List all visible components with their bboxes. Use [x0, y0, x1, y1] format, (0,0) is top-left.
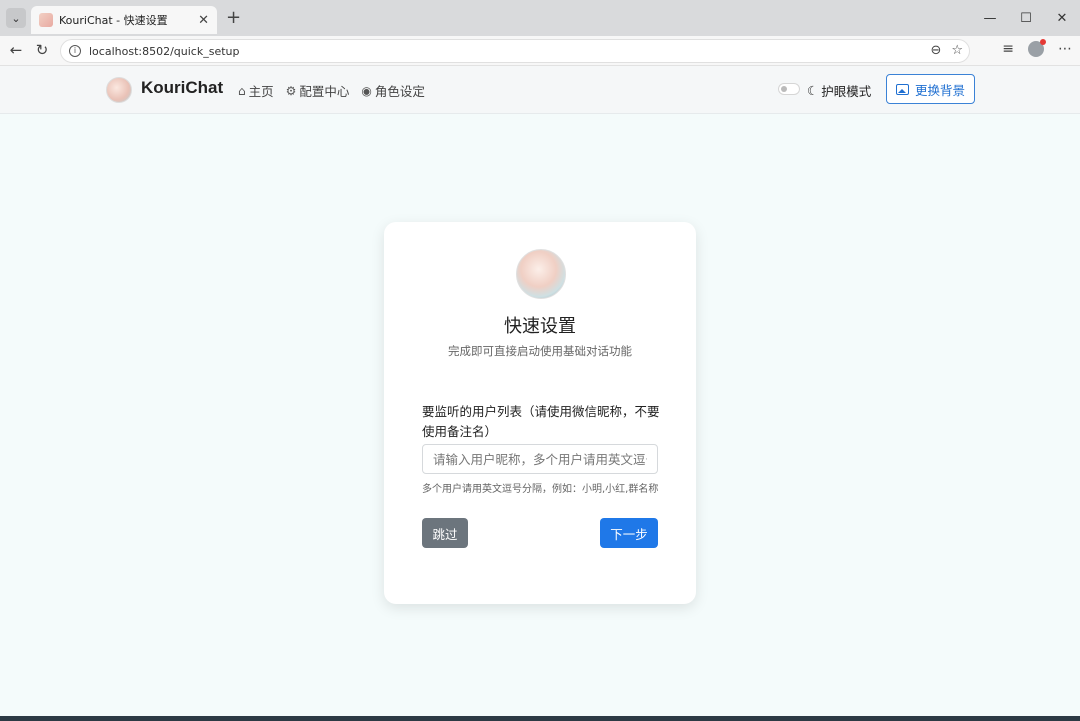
skip-button[interactable]: 跳过: [422, 518, 468, 548]
plus-icon[interactable]: +: [226, 8, 241, 28]
moon-icon: ☾: [807, 83, 819, 98]
back-arrow-icon[interactable]: ←: [6, 41, 26, 59]
navbar: KouriChat ⌂ 主页 ⚙ 配置中心 ◉ 角色设定 ☾ 护眼模式 更换背景: [0, 66, 1080, 114]
eye-mode-label-group: ☾ 护眼模式: [807, 81, 871, 100]
chevron-down-icon[interactable]: ⌄: [6, 8, 26, 28]
tab-bar: ⌄ KouriChat - 快速设置 ✕ + — ☐ ✕: [0, 0, 1080, 36]
next-button[interactable]: 下一步: [600, 518, 658, 548]
close-tab-icon[interactable]: ✕: [198, 13, 209, 28]
favicon-icon: [39, 13, 53, 27]
browser-tab[interactable]: KouriChat - 快速设置 ✕: [31, 6, 217, 34]
nav-home-label: 主页: [248, 84, 274, 99]
brand-logo[interactable]: [106, 77, 132, 103]
window-controls: — ☐ ✕: [972, 0, 1080, 36]
page-subtitle: 完成即可直接启动使用基础对话功能: [448, 344, 632, 358]
browser-window: ⌄ KouriChat - 快速设置 ✕ + — ☐ ✕ ← ↻ i local…: [0, 0, 1080, 721]
nav-role[interactable]: ◉ 角色设定: [361, 81, 425, 100]
star-icon[interactable]: ☆: [951, 43, 963, 58]
close-icon[interactable]: ✕: [1044, 0, 1080, 36]
nav-config-label: 配置中心: [299, 84, 350, 99]
url-field[interactable]: i localhost:8502/quick_setup ⊖ ☆: [60, 39, 970, 63]
user-list-input[interactable]: [422, 444, 658, 474]
taskbar-edge: [0, 716, 1080, 721]
reader-icon[interactable]: ⊖: [930, 43, 941, 58]
address-bar: ← ↻ i localhost:8502/quick_setup ⊖ ☆ ≡ ⋯: [0, 36, 1080, 66]
more-icon[interactable]: ⋯: [1058, 41, 1072, 57]
nav-links: ⌂ 主页 ⚙ 配置中心 ◉ 角色设定: [238, 81, 425, 100]
quick-setup-card: 快速设置 完成即可直接启动使用基础对话功能 要监听的用户列表（请使用微信昵称，不…: [384, 222, 696, 604]
home-icon: ⌂: [238, 83, 246, 98]
toolbar-right: ≡ ⋯: [1002, 39, 1072, 57]
user-list-help: 多个用户请用英文逗号分隔，例如：小明,小红,群名称: [422, 484, 659, 495]
gear-icon: ⚙: [285, 83, 297, 98]
nav-role-label: 角色设定: [374, 84, 425, 99]
user-list-label: 要监听的用户列表（请使用微信昵称，不要使用备注名）: [422, 404, 660, 439]
image-icon: [895, 83, 909, 95]
nav-config[interactable]: ⚙ 配置中心: [286, 81, 350, 100]
change-background-button[interactable]: 更换背景: [886, 74, 975, 104]
reload-icon[interactable]: ↻: [32, 41, 52, 59]
avatar: [516, 249, 566, 299]
favorites-icon[interactable]: ≡: [1002, 41, 1014, 57]
maximize-icon[interactable]: ☐: [1008, 0, 1044, 36]
url-actions: ⊖ ☆: [930, 43, 963, 58]
tab-title: KouriChat - 快速设置: [59, 14, 168, 27]
user-circle-icon: ◉: [361, 83, 372, 98]
info-icon[interactable]: i: [69, 45, 81, 57]
change-background-label: 更换背景: [914, 82, 965, 98]
minimize-icon[interactable]: —: [972, 0, 1008, 36]
eye-mode-toggle[interactable]: [778, 83, 800, 95]
eye-mode-label: 护眼模式: [821, 84, 872, 99]
brand-name[interactable]: KouriChat: [141, 78, 223, 98]
nav-home[interactable]: ⌂ 主页: [238, 81, 274, 100]
url-text: localhost:8502/quick_setup: [89, 44, 240, 58]
profile-avatar[interactable]: [1028, 39, 1046, 57]
page-title: 快速设置: [504, 316, 576, 337]
page: KouriChat ⌂ 主页 ⚙ 配置中心 ◉ 角色设定 ☾ 护眼模式 更换背景…: [0, 66, 1080, 716]
